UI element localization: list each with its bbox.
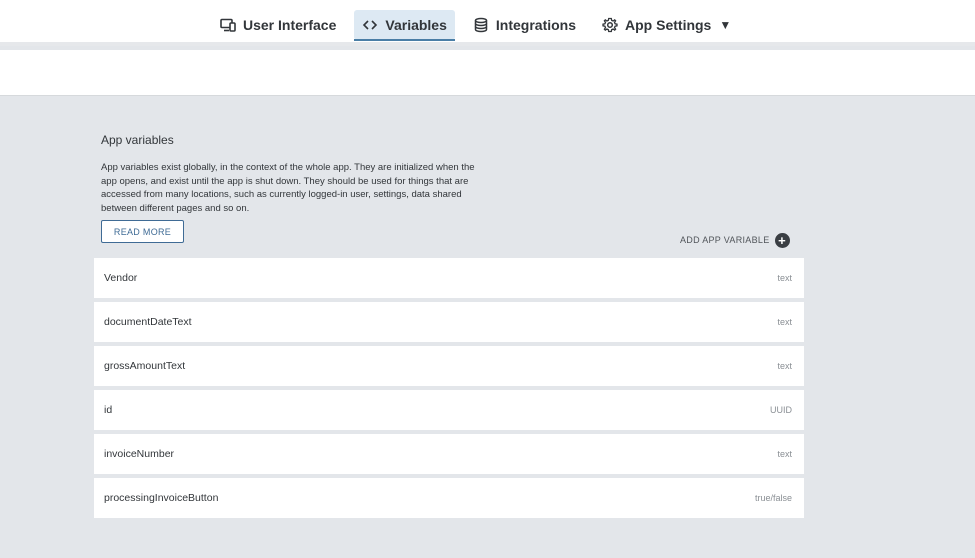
variable-row[interactable]: invoiceNumber text <box>94 434 804 474</box>
app-variables-section: App variables App variables exist global… <box>101 133 481 215</box>
variable-name: grossAmountText <box>104 360 186 372</box>
tab-label: App Settings <box>625 17 712 33</box>
variable-row[interactable]: documentDateText text <box>94 302 804 342</box>
variable-name: Vendor <box>104 272 138 284</box>
variable-row[interactable]: grossAmountText text <box>94 346 804 386</box>
plus-circle-icon: + <box>774 232 790 248</box>
tab-app-settings[interactable]: App Settings ▼ <box>594 10 739 40</box>
variable-name: invoiceNumber <box>104 448 175 460</box>
variable-name: processingInvoiceButton <box>104 492 219 504</box>
variable-type: text <box>777 449 792 459</box>
dropdown-caret-icon[interactable]: ▼ <box>719 18 731 32</box>
variable-type: true/false <box>754 493 792 503</box>
variable-type: text <box>777 361 792 371</box>
tab-label: Integrations <box>495 17 577 33</box>
variable-type: text <box>777 273 792 283</box>
main-tabs: User Interface Variables Integrations Ap… <box>212 10 749 41</box>
database-icon <box>473 17 489 33</box>
tab-user-interface[interactable]: User Interface <box>212 10 344 40</box>
tab-label: Variables <box>385 17 447 33</box>
variable-type: text <box>777 317 792 327</box>
tab-integrations[interactable]: Integrations <box>465 10 584 40</box>
secondary-toolbar <box>0 50 975 96</box>
section-title: App variables <box>101 133 174 147</box>
variable-row[interactable]: processingInvoiceButton true/false <box>94 478 804 518</box>
variable-type: UUID <box>770 405 792 415</box>
variable-row[interactable]: id UUID <box>94 390 804 430</box>
section-description: App variables exist globally, in the con… <box>101 162 475 214</box>
add-app-variable-button[interactable]: ADD APP VARIABLE + <box>680 232 790 248</box>
tab-label: User Interface <box>243 17 337 33</box>
variable-name: id <box>104 404 113 416</box>
add-app-variable-label: ADD APP VARIABLE <box>680 235 770 245</box>
read-more-button[interactable]: READ MORE <box>101 220 184 243</box>
variable-row[interactable]: Vendor text <box>94 258 804 298</box>
variables-list: Vendor text documentDateText text grossA… <box>94 258 804 522</box>
variable-name: documentDateText <box>104 316 192 328</box>
gear-icon <box>602 17 618 33</box>
tab-variables[interactable]: Variables <box>354 10 455 41</box>
code-brackets-icon <box>362 17 378 33</box>
monitor-phone-icon <box>220 17 236 33</box>
top-navigation-bar: User Interface Variables Integrations Ap… <box>0 0 975 46</box>
